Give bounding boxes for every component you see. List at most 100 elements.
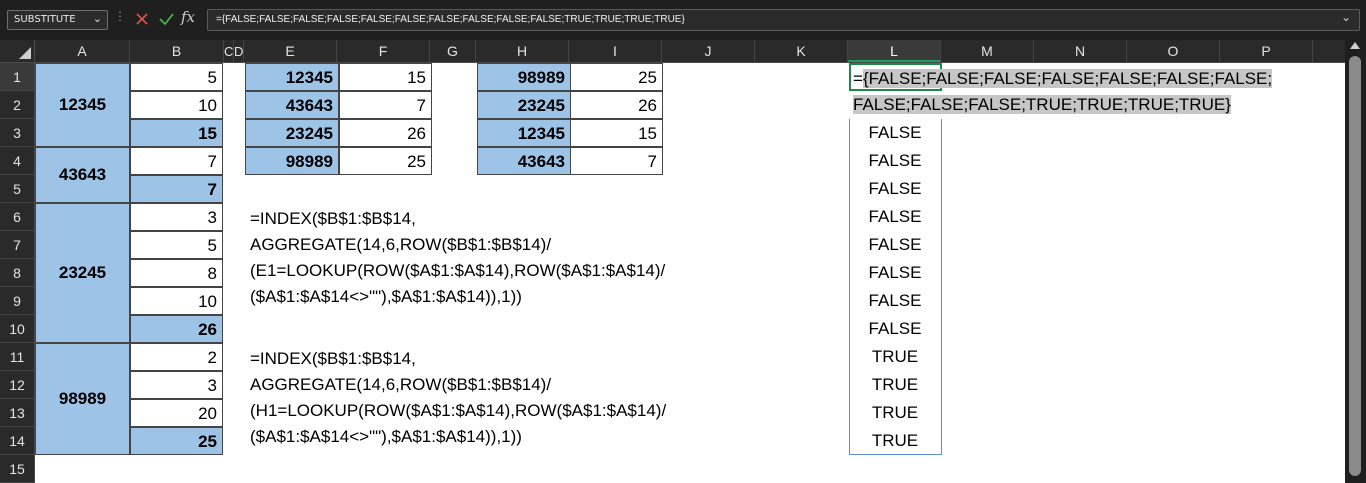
cell-b5[interactable]: 7	[130, 175, 223, 203]
column-header-b[interactable]: B	[130, 40, 224, 62]
cell-i3[interactable]: 15	[570, 119, 663, 147]
cell-l4[interactable]: FALSE	[849, 147, 941, 175]
column-header-k[interactable]: K	[755, 40, 848, 62]
row-header-5[interactable]: 5	[0, 175, 34, 203]
cell-b14[interactable]: 25	[130, 427, 223, 455]
spill-equals: =	[853, 69, 863, 88]
row-header-9[interactable]: 9	[0, 287, 34, 315]
column-header-d[interactable]: D	[234, 40, 244, 62]
cell-h2[interactable]: 23245	[477, 91, 571, 119]
cell-b7[interactable]: 5	[130, 231, 223, 259]
cell-b12[interactable]: 3	[130, 371, 223, 399]
cell-b2[interactable]: 10	[130, 91, 223, 119]
formula-input[interactable]: ={FALSE;FALSE;FALSE;FALSE;FALSE;FALSE;FA…	[207, 9, 1360, 31]
formula2-line4: ($A$1:$A$14<>""),$A$1:$A$14)),1))	[250, 427, 522, 446]
cell-l13[interactable]: TRUE	[849, 399, 941, 427]
column-header-j[interactable]: J	[662, 40, 755, 62]
row-header-8[interactable]: 8	[0, 259, 34, 287]
cell-l14[interactable]: TRUE	[849, 427, 941, 455]
column-header-h[interactable]: H	[476, 40, 569, 62]
cell-h1[interactable]: 98989	[477, 63, 571, 91]
spill-edit-text[interactable]: ={FALSE;FALSE;FALSE;FALSE;FALSE;FALSE;FA…	[853, 66, 1273, 118]
cell-e3[interactable]: 23245	[245, 119, 339, 147]
cell-i1[interactable]: 25	[570, 63, 663, 91]
scroll-up-icon[interactable]	[1350, 42, 1360, 49]
row-headers: 1 2 3 4 5 6 7 8 9 10 11 12 13 14 15	[0, 63, 35, 483]
column-header-e[interactable]: E	[244, 40, 337, 62]
cell-a11-merged[interactable]: 98989	[35, 343, 130, 455]
column-header-c[interactable]: C	[224, 40, 234, 62]
cell-f2[interactable]: 7	[339, 91, 432, 119]
cell-l9[interactable]: FALSE	[849, 287, 941, 315]
expand-formula-bar-icon[interactable]: ⌄	[1341, 10, 1351, 24]
cell-l10[interactable]: FALSE	[849, 315, 941, 343]
cell-l3[interactable]: FALSE	[849, 119, 941, 147]
column-header-o[interactable]: O	[1127, 40, 1220, 62]
spill-line2: FALSE;FALSE;FALSE;TRUE;TRUE;TRUE;TRUE}	[853, 95, 1231, 114]
cell-f3[interactable]: 26	[339, 119, 432, 147]
cell-i2[interactable]: 26	[570, 91, 663, 119]
cell-a6-merged[interactable]: 23245	[35, 203, 130, 343]
column-header-n[interactable]: N	[1034, 40, 1127, 62]
column-headers: ABCDEFGHIJKLMNOP	[35, 40, 1366, 63]
cell-b8[interactable]: 8	[130, 259, 223, 287]
column-header-g[interactable]: G	[430, 40, 476, 62]
row-header-6[interactable]: 6	[0, 203, 34, 231]
cell-l8[interactable]: FALSE	[849, 259, 941, 287]
fx-icon[interactable]: fx	[181, 8, 195, 26]
cell-b3[interactable]: 15	[130, 119, 223, 147]
row-header-7[interactable]: 7	[0, 231, 34, 259]
select-all-button[interactable]	[0, 40, 35, 63]
cell-i4[interactable]: 7	[570, 147, 663, 175]
row-header-13[interactable]: 13	[0, 399, 34, 427]
name-box[interactable]: SUBSTITUTE ⌄	[7, 10, 108, 30]
cell-a4-merged[interactable]: 43643	[35, 147, 130, 203]
cell-b13[interactable]: 20	[130, 399, 223, 427]
cell-b1[interactable]: 5	[130, 63, 223, 91]
column-header-f[interactable]: F	[337, 40, 430, 62]
row-header-15[interactable]: 15	[0, 455, 34, 483]
x-icon[interactable]	[132, 7, 152, 31]
row-header-3[interactable]: 3	[0, 119, 34, 147]
worksheet-grid[interactable]: 12345 43643 23245 98989 5 10 15 7 7 3 5 8 10 26 2 3…	[35, 63, 1345, 483]
column-header-p[interactable]: P	[1220, 40, 1313, 62]
cell-l5[interactable]: FALSE	[849, 175, 941, 203]
cell-f1[interactable]: 15	[339, 63, 432, 91]
chevron-down-icon[interactable]: ⌄	[93, 12, 102, 25]
cell-l6[interactable]: FALSE	[849, 203, 941, 231]
cell-e4[interactable]: 98989	[245, 147, 339, 175]
cell-h3[interactable]: 12345	[477, 119, 571, 147]
row-header-10[interactable]: 10	[0, 315, 34, 343]
scrollbar-thumb[interactable]	[1349, 56, 1361, 476]
cell-f4[interactable]: 25	[339, 147, 432, 175]
cell-b9[interactable]: 10	[130, 287, 223, 315]
row-header-11[interactable]: 11	[0, 343, 34, 371]
row-header-12[interactable]: 12	[0, 371, 34, 399]
check-icon[interactable]	[156, 7, 176, 31]
formula2-line3: (H1=LOOKUP(ROW($A$1:$A$14),ROW($A$1:$A$1…	[250, 401, 667, 420]
cell-b6[interactable]: 3	[130, 203, 223, 231]
row-header-1[interactable]: 1	[0, 63, 34, 91]
cell-l11[interactable]: TRUE	[849, 343, 941, 371]
cell-a1-merged[interactable]: 12345	[35, 63, 130, 147]
row-header-14[interactable]: 14	[0, 427, 34, 455]
column-header-i[interactable]: I	[569, 40, 662, 62]
more-options-icon[interactable]: ⋮	[114, 9, 126, 23]
column-header-l[interactable]: L	[848, 40, 941, 62]
formula-text: ={FALSE;FALSE;FALSE;FALSE;FALSE;FALSE;FA…	[216, 14, 685, 25]
formula1-line2: AGGREGATE(14,6,ROW($B$1:$B$14)/	[250, 235, 552, 254]
row-header-4[interactable]: 4	[0, 147, 34, 175]
cell-l7[interactable]: FALSE	[849, 231, 941, 259]
column-header-a[interactable]: A	[35, 40, 130, 62]
cell-b11[interactable]: 2	[130, 343, 223, 371]
cell-b10[interactable]: 26	[130, 315, 223, 343]
cell-h4[interactable]: 43643	[477, 147, 571, 175]
formula1-line1: =INDEX($B$1:$B$14,	[250, 209, 416, 228]
vertical-scrollbar[interactable]	[1345, 40, 1366, 483]
row-header-2[interactable]: 2	[0, 91, 34, 119]
cell-e2[interactable]: 43643	[245, 91, 339, 119]
cell-l12[interactable]: TRUE	[849, 371, 941, 399]
cell-b4[interactable]: 7	[130, 147, 223, 175]
column-header-m[interactable]: M	[941, 40, 1034, 62]
cell-e1[interactable]: 12345	[245, 63, 339, 91]
